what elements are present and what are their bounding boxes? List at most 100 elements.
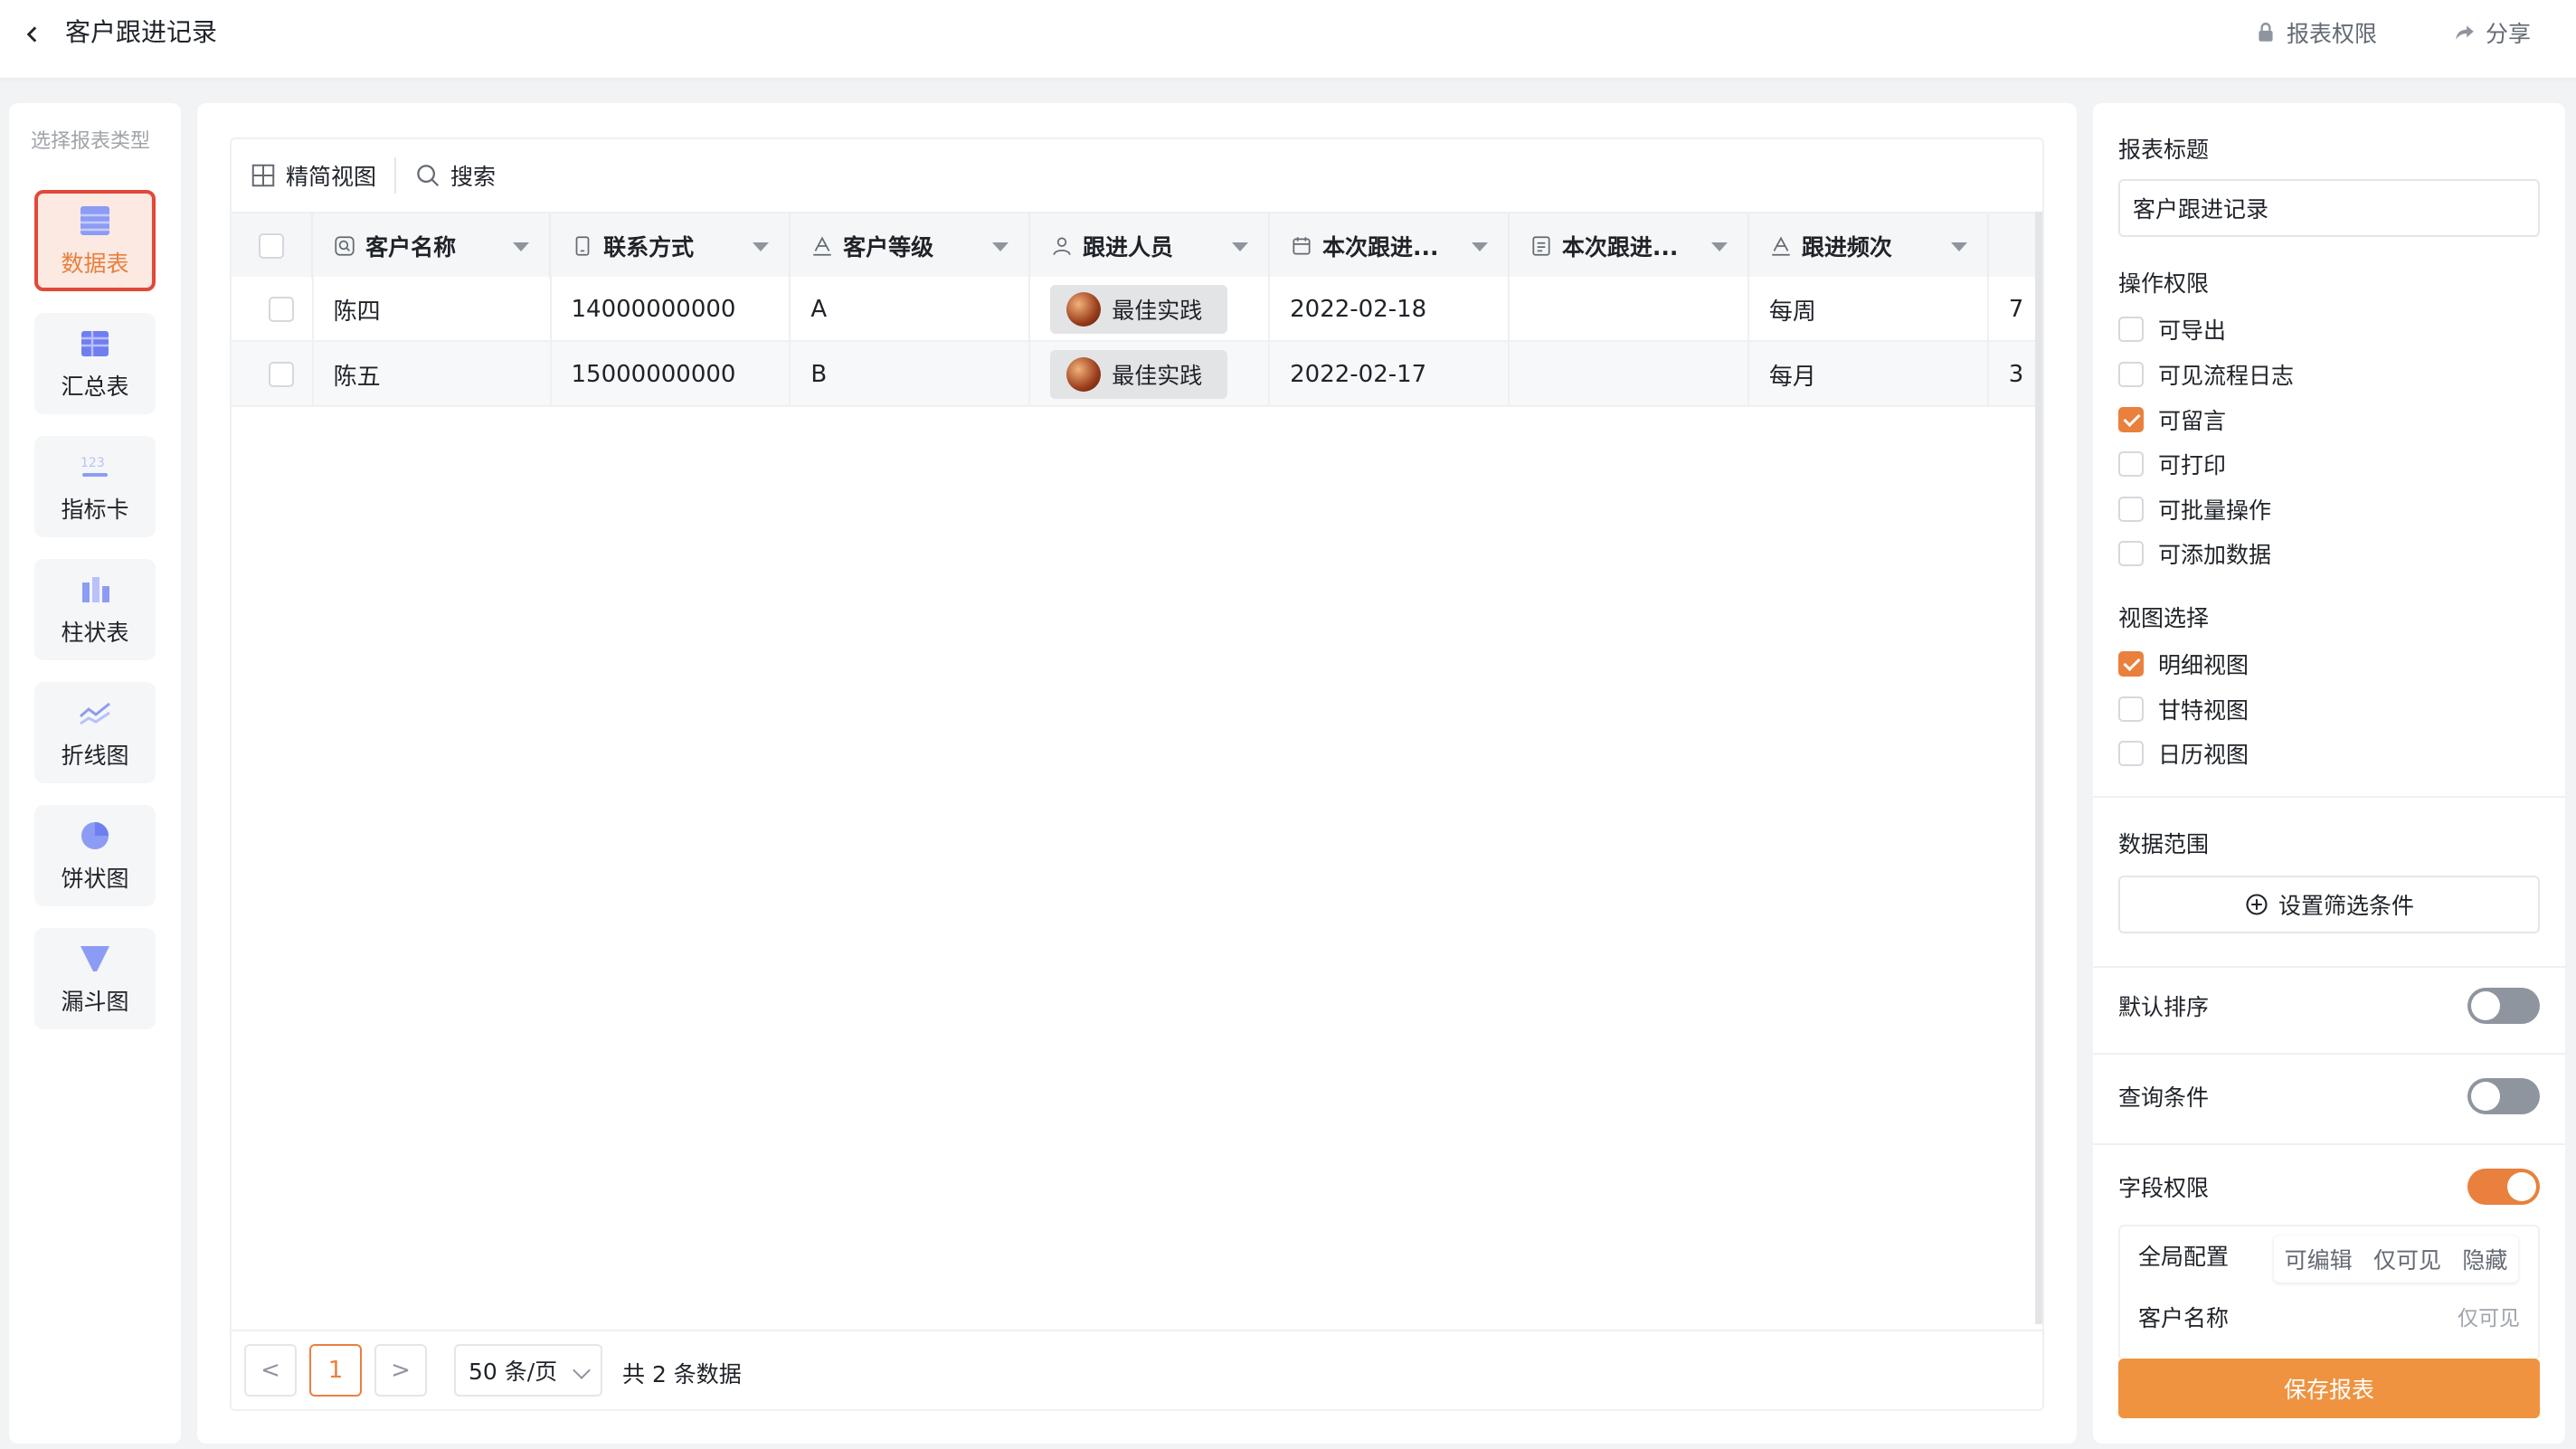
plus-circle-icon (2246, 894, 2268, 915)
report-permission-button[interactable]: 报表权限 (2254, 14, 2377, 51)
compact-view-button[interactable]: 精简视图 (232, 139, 376, 212)
sort-caret-icon[interactable] (1231, 242, 1248, 251)
chevron-left-icon (26, 26, 37, 43)
field-permission-toggle[interactable] (2467, 1169, 2540, 1205)
type-label: 折线图 (61, 743, 129, 769)
cell-customer-name[interactable]: 陈四 (314, 277, 552, 342)
cell-follow-date[interactable]: 2022-02-17 (1270, 342, 1510, 407)
share-button[interactable]: 分享 (2453, 14, 2531, 51)
permission-label: 可添加数据 (2158, 542, 2272, 568)
data-table: 精简视图 搜索 客户名称 联系方式 客户等级 跟进人员 本次跟进... 本次跟进… (230, 137, 2044, 1411)
text-area-field-icon (1532, 236, 1550, 256)
column-header-customer-name[interactable]: 客户名称 (313, 213, 552, 279)
report-type-label: 选择报表类型 (31, 130, 151, 153)
permission-print[interactable]: 可打印 (2118, 448, 2226, 480)
next-page-button[interactable]: > (374, 1344, 427, 1397)
permission-export[interactable]: 可导出 (2118, 313, 2226, 346)
table-icon (80, 206, 109, 235)
checkbox[interactable] (2118, 741, 2144, 766)
checkbox[interactable] (2118, 317, 2144, 342)
cell-level[interactable]: B (791, 342, 1031, 407)
cell-follow-content[interactable] (1510, 277, 1749, 342)
view-label: 甘特视图 (2158, 697, 2249, 724)
column-header-contact[interactable]: 联系方式 (551, 213, 791, 279)
permission-add-data[interactable]: 可添加数据 (2118, 537, 2271, 570)
type-item-data-table[interactable]: 数据表 (34, 190, 156, 291)
page-title: 客户跟进记录 (65, 17, 218, 47)
text-field-icon (1772, 236, 1790, 256)
sort-caret-icon[interactable] (513, 242, 530, 251)
sort-caret-icon[interactable] (1471, 242, 1488, 251)
select-all-checkbox[interactable] (259, 233, 285, 259)
type-item-summary-table[interactable]: 汇总表 (34, 313, 156, 414)
cell-customer-name[interactable]: 陈五 (314, 342, 552, 407)
checkbox-checked[interactable] (2118, 407, 2144, 432)
cell-follow-person[interactable]: 最佳实践 (1030, 277, 1271, 342)
cell-follow-person[interactable]: 最佳实践 (1030, 342, 1271, 407)
seg-option-view-only[interactable]: 仅可见 (2373, 1243, 2441, 1275)
report-title-input[interactable]: 客户跟进记录 (2118, 179, 2540, 237)
permission-flow-log[interactable]: 可见流程日志 (2118, 358, 2294, 391)
cell-contact[interactable]: 14000000000 (552, 277, 791, 342)
checkbox-checked[interactable] (2118, 651, 2144, 677)
seg-option-hidden[interactable]: 隐藏 (2462, 1243, 2507, 1275)
sort-caret-icon[interactable] (753, 242, 770, 251)
search-label: 搜索 (450, 164, 497, 190)
sort-caret-icon[interactable] (1710, 242, 1728, 251)
checkbox[interactable] (2118, 497, 2144, 522)
set-filter-button[interactable]: 设置筛选条件 (2118, 876, 2540, 933)
table-row[interactable]: 陈五 15000000000 B 最佳实践 2022-02-17 每月 3 (232, 342, 2042, 407)
permission-label: 可打印 (2158, 452, 2227, 478)
cell-follow-content[interactable] (1510, 342, 1749, 407)
back-button[interactable] (16, 18, 49, 51)
permission-comment[interactable]: 可留言 (2118, 403, 2226, 436)
view-calendar[interactable]: 日历视图 (2118, 737, 2249, 770)
view-gantt[interactable]: 甘特视图 (2118, 693, 2249, 725)
permission-label: 可见流程日志 (2158, 363, 2295, 389)
column-header-follow-date[interactable]: 本次跟进... (1270, 213, 1510, 279)
save-report-button[interactable]: 保存报表 (2118, 1359, 2540, 1418)
column-header-follow-content[interactable]: 本次跟进... (1510, 213, 1749, 279)
checkbox[interactable] (2118, 362, 2144, 387)
checkbox[interactable] (2118, 451, 2144, 477)
page-size-select[interactable]: 50 条/页 (454, 1344, 602, 1397)
table-row[interactable]: 陈四 14000000000 A 最佳实践 2022-02-18 每周 7 (232, 277, 2042, 342)
avatar (1066, 292, 1102, 327)
section-divider (2093, 796, 2565, 798)
row-checkbox[interactable] (269, 297, 295, 322)
permission-batch[interactable]: 可批量操作 (2118, 493, 2271, 526)
vertical-scrollbar[interactable] (2035, 212, 2042, 1324)
type-item-metric-card[interactable]: 123 指标卡 (34, 436, 156, 537)
cell-follow-frequency[interactable]: 每月 (1749, 342, 1989, 407)
grid-view-icon (251, 164, 275, 187)
line-chart-icon (80, 702, 110, 725)
page-button-current[interactable]: 1 (309, 1344, 362, 1397)
search-button[interactable]: 搜索 (396, 139, 496, 212)
type-item-funnel-chart[interactable]: 漏斗图 (34, 928, 156, 1029)
type-label: 漏斗图 (61, 989, 129, 1015)
checkbox[interactable] (2118, 696, 2144, 722)
type-item-line-chart[interactable]: 折线图 (34, 682, 156, 783)
query-condition-toggle[interactable] (2467, 1078, 2540, 1114)
sort-caret-icon[interactable] (992, 242, 1009, 251)
default-sort-toggle[interactable] (2467, 988, 2540, 1024)
prev-page-button[interactable]: < (244, 1344, 297, 1397)
report-title-label: 报表标题 (2118, 137, 2210, 163)
type-item-pie-chart[interactable]: 饼状图 (34, 805, 156, 906)
row-select-cell (232, 277, 314, 342)
cell-follow-date[interactable]: 2022-02-18 (1270, 277, 1510, 342)
cell-level[interactable]: A (791, 277, 1031, 342)
checkbox[interactable] (2118, 541, 2144, 566)
type-item-bar-chart[interactable]: 柱状表 (34, 559, 156, 660)
sort-caret-icon[interactable] (1950, 242, 1967, 251)
field-visibility[interactable]: 仅可见 (2458, 1301, 2520, 1331)
view-detail[interactable]: 明细视图 (2118, 648, 2249, 680)
column-header-follow-frequency[interactable]: 跟进频次 (1749, 213, 1989, 279)
seg-option-editable[interactable]: 可编辑 (2285, 1243, 2353, 1275)
cell-contact[interactable]: 15000000000 (552, 342, 791, 407)
row-checkbox[interactable] (269, 362, 295, 387)
column-label: 联系方式 (603, 234, 695, 260)
column-header-customer-level[interactable]: 客户等级 (791, 213, 1031, 279)
column-header-follow-person[interactable]: 跟进人员 (1030, 213, 1270, 279)
cell-follow-frequency[interactable]: 每周 (1749, 277, 1989, 342)
